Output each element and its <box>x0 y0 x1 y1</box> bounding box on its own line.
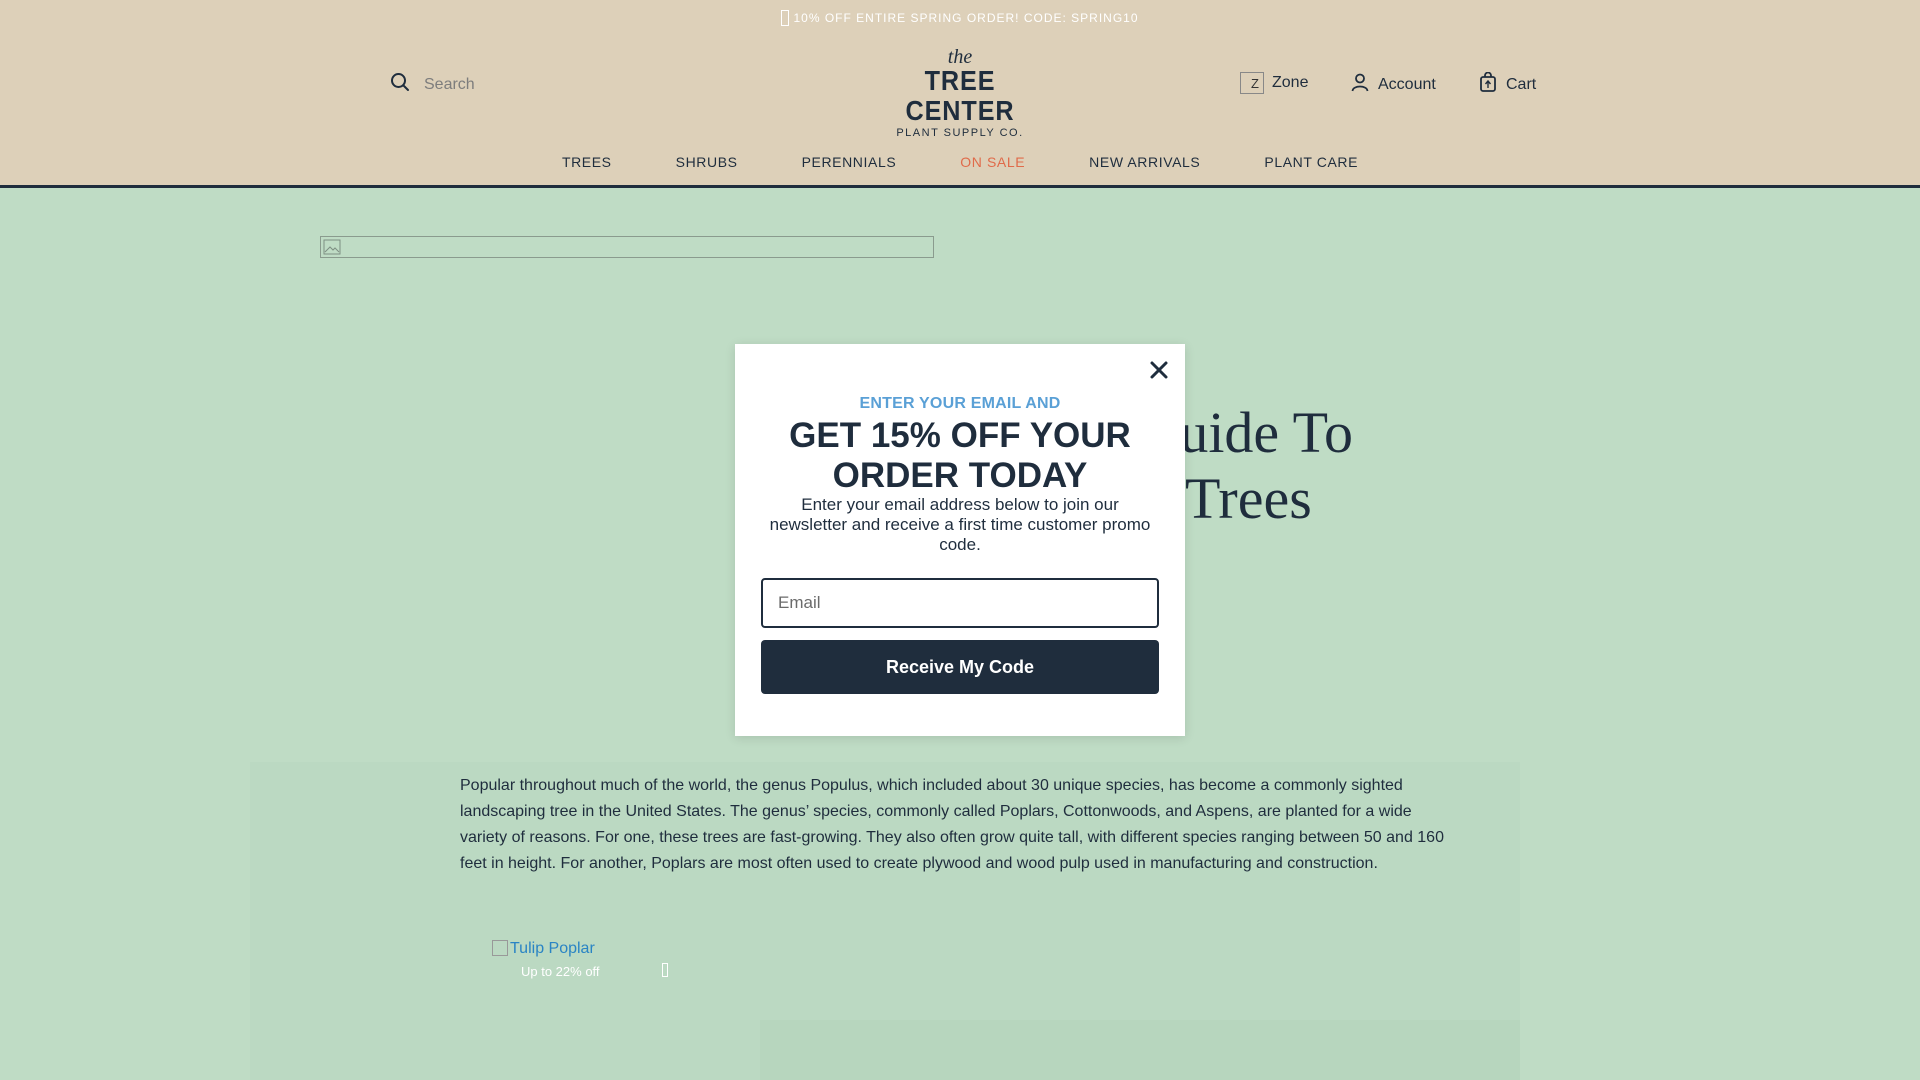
modal-description: Enter your email address below to join o… <box>769 495 1151 554</box>
modal-kicker: ENTER YOUR EMAIL AND <box>859 395 1061 412</box>
email-field[interactable] <box>761 578 1159 628</box>
email-signup-modal: ENTER YOUR EMAIL AND GET 15% OFF YOUR OR… <box>735 344 1185 736</box>
close-icon[interactable] <box>1147 358 1171 382</box>
receive-code-button[interactable]: Receive My Code <box>761 640 1159 694</box>
page: 10% OFF ENTIRE SPRING ORDER! CODE: SPRIN… <box>0 0 1920 1080</box>
modal-headline: GET 15% OFF YOUR ORDER TODAY <box>789 416 1131 495</box>
